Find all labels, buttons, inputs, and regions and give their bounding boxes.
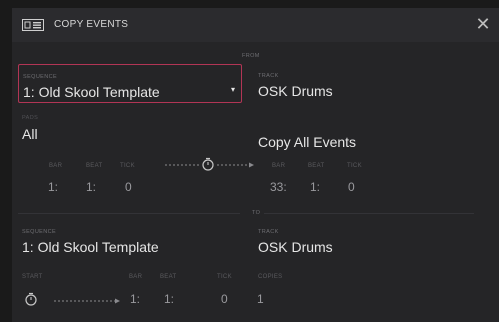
from-sequence-label: SEQUENCE bbox=[23, 74, 58, 80]
to-beat[interactable]: 1: bbox=[164, 292, 174, 306]
to-track-value: OSK Drums bbox=[258, 239, 333, 255]
dropdown-arrow-icon: ▾ bbox=[230, 85, 235, 94]
to-copies[interactable]: 1 bbox=[257, 292, 264, 306]
stopwatch-icon bbox=[202, 157, 214, 171]
from-sequence-field[interactable]: SEQUENCE 1: Old Skool Template ▾ bbox=[18, 64, 242, 103]
to-bar-label: BAR bbox=[129, 274, 143, 280]
to-start-label: START bbox=[22, 274, 43, 280]
to-tick[interactable]: 0 bbox=[221, 292, 228, 306]
from-end-bar[interactable]: 33: bbox=[270, 180, 287, 194]
start-arrow bbox=[25, 292, 120, 306]
to-copies-label: COPIES bbox=[258, 274, 283, 280]
to-beat-label: BEAT bbox=[160, 274, 177, 280]
from-start-tick[interactable]: 0 bbox=[125, 180, 132, 194]
from-track-field[interactable]: TRACK OSK Drums bbox=[252, 64, 472, 101]
to-divider-left bbox=[18, 213, 240, 214]
copy-events-icon bbox=[22, 19, 44, 31]
from-events-field[interactable]: Copy All Events bbox=[252, 108, 472, 150]
from-end-bar-label: BAR bbox=[272, 163, 286, 169]
from-events-value: Copy All Events bbox=[258, 134, 357, 150]
to-divider-right bbox=[264, 213, 474, 214]
from-start-beat-label: BEAT bbox=[86, 163, 103, 169]
title-bar: COPY EVENTS ✕ bbox=[12, 8, 499, 42]
to-sequence-label: SEQUENCE bbox=[22, 229, 57, 235]
from-start-tick-label: TICK bbox=[120, 163, 135, 169]
from-end-beat-label: BEAT bbox=[308, 163, 325, 169]
from-track-value: OSK Drums bbox=[258, 83, 333, 99]
to-track-label: TRACK bbox=[258, 229, 279, 235]
from-pads-value: All bbox=[22, 126, 38, 142]
dialog-title: COPY EVENTS bbox=[54, 19, 129, 30]
to-sequence-field[interactable]: SEQUENCE 1: Old Skool Template bbox=[18, 220, 240, 257]
from-start-bar-label: BAR bbox=[49, 163, 63, 169]
from-pads-field[interactable]: PADS All bbox=[18, 108, 240, 150]
from-start-bar[interactable]: 1: bbox=[48, 180, 58, 194]
to-tick-label: TICK bbox=[217, 274, 232, 280]
from-end-tick[interactable]: 0 bbox=[348, 180, 355, 194]
to-section-label: TO bbox=[252, 210, 261, 216]
to-bar[interactable]: 1: bbox=[130, 292, 140, 306]
to-track-field[interactable]: TRACK OSK Drums bbox=[252, 220, 472, 257]
from-track-label: TRACK bbox=[258, 73, 279, 79]
copy-events-dialog: COPY EVENTS ✕ FROM SEQUENCE 1: Old Skool… bbox=[12, 8, 499, 322]
range-arrow bbox=[165, 157, 254, 171]
from-sequence-value: 1: Old Skool Template bbox=[23, 84, 160, 100]
from-end-tick-label: TICK bbox=[347, 163, 362, 169]
from-end-beat[interactable]: 1: bbox=[310, 180, 320, 194]
from-pads-label: PADS bbox=[22, 115, 39, 121]
to-sequence-value: 1: Old Skool Template bbox=[22, 239, 159, 255]
stopwatch-icon bbox=[25, 292, 37, 306]
from-section-label: FROM bbox=[242, 53, 260, 59]
from-start-beat[interactable]: 1: bbox=[86, 180, 96, 194]
close-icon[interactable]: ✕ bbox=[473, 14, 493, 34]
